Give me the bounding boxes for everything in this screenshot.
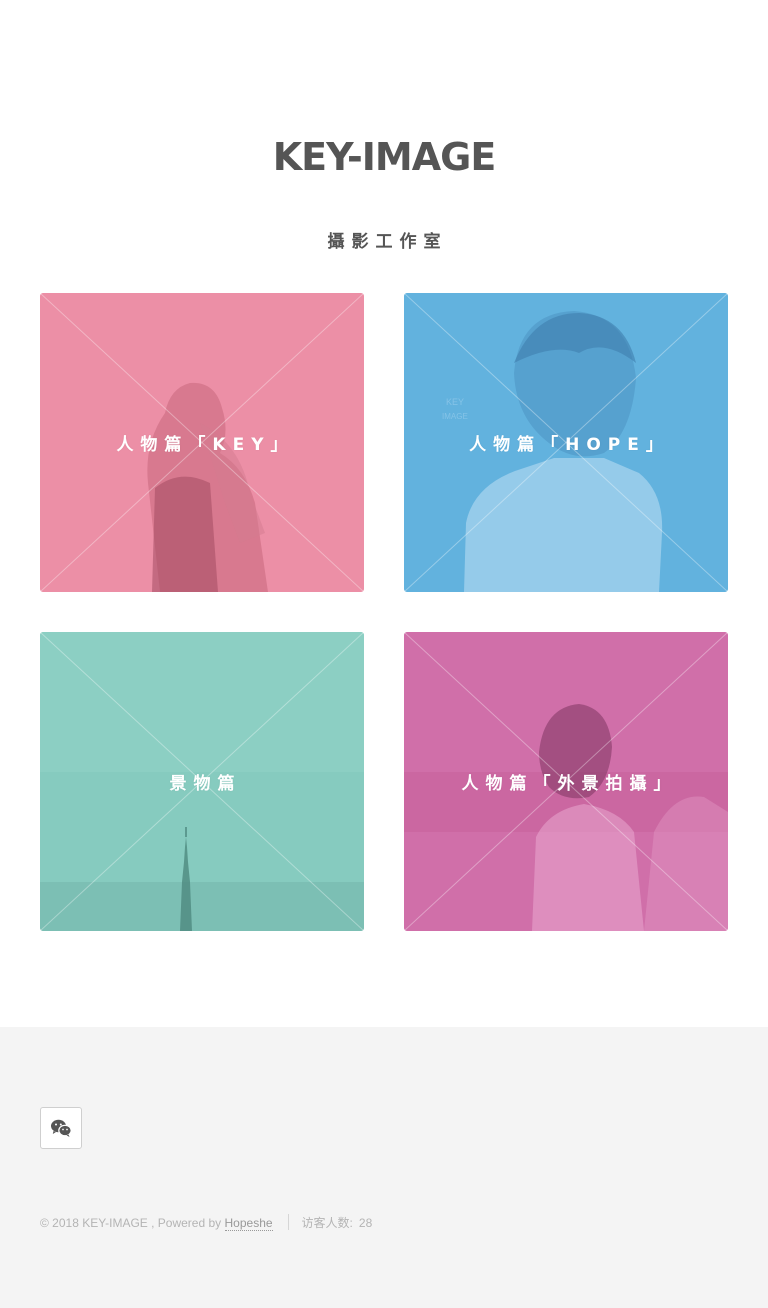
- copyright-text: © 2018 KEY-IMAGE , Powered by: [40, 1216, 225, 1230]
- gallery-card-key[interactable]: 人物篇「KEY」: [40, 293, 364, 592]
- card-label: 人物篇「外景拍攝」: [461, 774, 678, 794]
- footer-copyright-line: © 2018 KEY-IMAGE , Powered by Hopeshe 访客人…: [40, 1213, 373, 1232]
- site-footer: © 2018 KEY-IMAGE , Powered by Hopeshe 访客人…: [0, 1027, 768, 1308]
- card-label: 人物篇「HOPE」: [469, 435, 670, 455]
- powered-by-link[interactable]: Hopeshe: [224, 1216, 273, 1231]
- wechat-icon: [51, 1119, 72, 1137]
- site-title: KEY-IMAGE: [272, 135, 497, 179]
- visitor-count: 28: [358, 1216, 373, 1230]
- footer-divider: [287, 1213, 289, 1230]
- card-label: 人物篇「KEY」: [116, 435, 295, 455]
- gallery-grid: 人物篇「KEY」 KEY IMAGE 人物篇「HOPE」 景物篇 人物篇「外景拍…: [40, 293, 728, 931]
- gallery-card-outdoor[interactable]: 人物篇「外景拍攝」: [404, 632, 728, 931]
- gallery-card-scenery[interactable]: 景物篇: [40, 632, 364, 931]
- gallery-card-hope[interactable]: KEY IMAGE 人物篇「HOPE」: [404, 293, 728, 592]
- card-label: 景物篇: [169, 774, 242, 794]
- wechat-button[interactable]: [40, 1107, 82, 1149]
- site-subtitle: 攝影工作室: [327, 232, 448, 252]
- visitor-label: 访客人数:: [301, 1216, 353, 1230]
